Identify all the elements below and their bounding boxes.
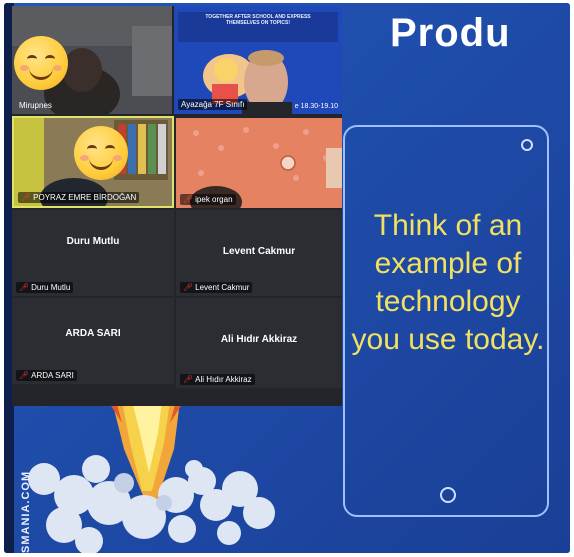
microphone-muted-icon: 🎤︎ <box>183 195 194 204</box>
participant-display-name: Ali Hıdır Akkiraz <box>220 334 298 345</box>
microphone-muted-icon: 🎤︎ <box>183 283 194 292</box>
participant-tile[interactable]: TOGETHER AFTER SCHOOL AND EXPRESS THEMSE… <box>174 6 342 114</box>
participant-name-label: 🎤︎ ipek organ <box>180 194 236 205</box>
participant-display-name: Levent Cakmur <box>222 246 296 257</box>
participant-display-name: Duru Mutlu <box>66 236 120 247</box>
participant-tile[interactable]: ARDA SARI 🎤︎ ARDA SARI <box>12 298 174 384</box>
participant-name: Duru Mutlu <box>31 283 71 292</box>
participant-tile-active-speaker[interactable]: 🎤︎ POYRAZ EMRE BİRDOĞAN <box>12 116 174 208</box>
participant-tile[interactable]: Levent Cakmur 🎤︎ Levent Cakmur <box>176 210 342 296</box>
participant-tile[interactable]: Ali Hıdır Akkiraz 🎤︎ Ali Hıdır Akkiraz <box>176 298 342 388</box>
microphone-muted-icon: 🎤︎ <box>19 371 30 380</box>
screen-photo: Produ Think of an example of technology … <box>4 3 570 553</box>
prompt-line: you use today. <box>351 323 545 356</box>
prompt-line: Think of an <box>373 209 523 242</box>
phone-home-button <box>440 487 456 503</box>
smiley-face-icon <box>14 36 68 90</box>
phone-outline-graphic: Think of an example of technology you us… <box>343 125 549 517</box>
shared-caption-text: e 18.30-19.10 <box>294 103 338 110</box>
microphone-muted-icon: 🎤︎ <box>19 283 30 292</box>
participant-name-label: 🎤︎ Duru Mutlu <box>16 282 74 293</box>
participant-name: POYRAZ EMRE BİRDOĞAN <box>33 193 137 202</box>
microphone-muted-icon: 🎤︎ <box>183 375 194 384</box>
participant-name: Mirupnes <box>19 101 52 110</box>
participant-tile[interactable]: Mirupnes <box>12 6 172 114</box>
smiley-face-icon <box>74 126 128 180</box>
participant-name-label: 🎤︎ Ali Hıdır Akkiraz <box>180 374 255 385</box>
phone-camera-dot <box>521 139 533 151</box>
phone-prompt-text: Think of an example of technology you us… <box>339 207 557 359</box>
participant-name-label: 🎤︎ POYRAZ EMRE BİRDOĞAN <box>18 192 140 203</box>
prompt-line: example of <box>374 247 522 280</box>
participant-name: ipek organ <box>195 195 233 204</box>
shared-banner-text: TOGETHER AFTER SCHOOL AND EXPRESS THEMSE… <box>205 14 311 26</box>
video-gallery: Mirupnes TOGETHER AFTER SCHOOL AND EXPRE… <box>12 6 342 406</box>
participant-tile[interactable]: 🎤︎ ipek organ <box>176 118 342 208</box>
slide-heading: Produ <box>390 11 511 55</box>
participant-name: Ali Hıdır Akkiraz <box>195 375 252 384</box>
participant-name-label: 🎤︎ Levent Cakmur <box>180 282 253 293</box>
participant-name-label: 🎤︎ ARDA SARI <box>16 370 77 381</box>
participant-name: Levent Cakmur <box>195 283 250 292</box>
participant-display-name: ARDA SARI <box>65 328 121 339</box>
microphone-muted-icon: 🎤︎ <box>21 193 32 202</box>
participant-name: ARDA SARI <box>31 371 74 380</box>
participant-tile[interactable]: Duru Mutlu 🎤︎ Duru Mutlu <box>12 210 174 296</box>
side-watermark-text: SMANIA.COM <box>20 470 32 553</box>
participant-name: Ayazağa 7F Sınıfı <box>178 99 248 110</box>
prompt-line: technology <box>375 285 521 318</box>
